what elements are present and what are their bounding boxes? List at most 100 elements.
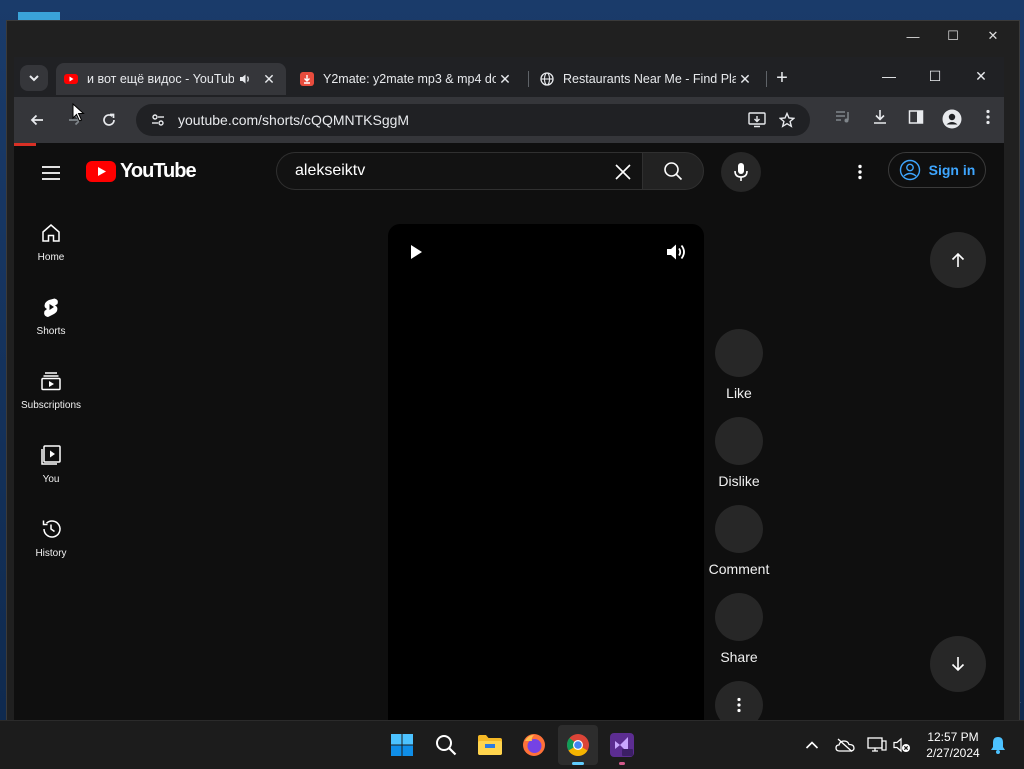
maximize-icon[interactable]: ☐ <box>933 25 973 47</box>
sign-in-label: Sign in <box>928 162 976 178</box>
search-button[interactable] <box>642 152 704 190</box>
firefox-button[interactable] <box>514 725 554 765</box>
guide-sidebar: Home Shorts Subscriptions You History <box>14 216 88 586</box>
tab-restaurants[interactable]: Restaurants Near Me - Find Pla ✕ <box>532 63 762 95</box>
show-hidden-icons-button[interactable] <box>800 733 824 757</box>
app-indicator <box>619 762 625 765</box>
mouse-cursor-icon <box>72 103 85 122</box>
tab-separator <box>528 71 529 87</box>
chevron-down-icon <box>29 75 39 82</box>
active-app-indicator <box>572 762 584 765</box>
guide-item-home[interactable]: Home <box>14 216 88 290</box>
download-icon[interactable] <box>862 109 898 129</box>
media-controls-icon[interactable] <box>826 109 862 129</box>
notifications-bell-icon[interactable] <box>986 733 1010 757</box>
like-button[interactable] <box>715 329 763 377</box>
volume-muted-icon[interactable] <box>890 733 914 757</box>
dislike-button[interactable] <box>715 417 763 465</box>
minimize-icon[interactable]: — <box>893 25 933 47</box>
more-action[interactable] <box>708 681 770 720</box>
comment-button[interactable] <box>715 505 763 553</box>
start-button[interactable] <box>382 725 422 765</box>
share-action[interactable]: Share <box>708 593 770 681</box>
address-bar[interactable]: youtube.com/shorts/cQQMNTKSggM <box>136 104 810 136</box>
folder-icon <box>478 735 502 755</box>
guide-label: History <box>35 548 67 559</box>
history-icon <box>42 520 61 538</box>
visual-studio-preview-button[interactable] <box>602 725 642 765</box>
tab-close-icon[interactable]: ✕ <box>260 71 278 88</box>
guide-item-subscriptions[interactable]: Subscriptions <box>14 364 88 438</box>
file-explorer-button[interactable] <box>470 725 510 765</box>
play-icon <box>411 245 422 259</box>
like-action[interactable]: Like <box>708 329 770 417</box>
guide-item-shorts[interactable]: Shorts <box>14 290 88 364</box>
tab-youtube[interactable]: и вот ещё видос - YouTube ✕ <box>56 63 286 95</box>
menu-icon[interactable] <box>40 162 62 184</box>
you-icon <box>41 445 61 465</box>
more-actions-button[interactable] <box>715 681 763 720</box>
tab-title: Restaurants Near Me - Find Pla <box>563 72 736 86</box>
chrome-icon <box>567 734 589 756</box>
visual-studio-icon <box>610 733 634 757</box>
back-button[interactable] <box>26 109 48 131</box>
search-icon <box>436 735 457 756</box>
site-info-button[interactable] <box>144 112 172 128</box>
side-panel-icon[interactable] <box>898 109 934 129</box>
new-tab-button[interactable]: + <box>770 67 794 91</box>
chrome-taskbar-button[interactable] <box>558 725 598 765</box>
close-icon[interactable]: ✕ <box>958 61 1004 91</box>
onedrive-icon[interactable] <box>833 733 857 757</box>
voice-search-button[interactable] <box>721 152 761 192</box>
minimize-icon[interactable]: — <box>866 61 912 91</box>
tab-search-button[interactable] <box>20 65 48 91</box>
bookmark-star-icon[interactable] <box>772 112 802 128</box>
network-icon[interactable] <box>865 733 889 757</box>
tab-title: и вот ещё видос - YouTube <box>87 72 234 86</box>
system-clock[interactable]: 12:57 PM 2/27/2024 <box>918 729 988 761</box>
reload-button[interactable] <box>98 109 120 131</box>
tune-icon <box>152 114 164 126</box>
install-app-icon[interactable] <box>742 112 772 128</box>
youtube-logo-text: YouTube <box>120 160 197 182</box>
settings-more-icon[interactable] <box>848 160 872 184</box>
firefox-icon <box>523 734 545 756</box>
clear-search-icon[interactable] <box>612 161 634 183</box>
volume-button[interactable] <box>664 240 690 264</box>
dislike-label: Dislike <box>718 473 760 489</box>
shorts-player[interactable] <box>388 224 704 720</box>
search-input[interactable] <box>293 161 597 181</box>
taskbar: 12:57 PM 2/27/2024 <box>0 720 1024 769</box>
guide-item-history[interactable]: History <box>14 512 88 586</box>
tab-close-icon[interactable]: ✕ <box>496 71 514 88</box>
close-icon[interactable]: ✕ <box>973 25 1013 47</box>
profile-avatar-icon[interactable] <box>934 109 970 129</box>
previous-video-button[interactable] <box>930 232 986 288</box>
more-vert-icon[interactable] <box>970 109 1006 129</box>
tab-strip: и вот ещё видос - YouTube ✕ Y2mate: y2ma… <box>14 57 1004 97</box>
sign-in-button[interactable]: Sign in <box>888 152 986 188</box>
search-box <box>276 152 642 190</box>
tab-close-icon[interactable]: ✕ <box>736 71 754 88</box>
youtube-logo[interactable]: YouTube <box>86 160 197 183</box>
maximize-icon[interactable]: ☐ <box>912 61 958 91</box>
forward-button[interactable] <box>64 103 86 131</box>
dislike-action[interactable]: Dislike <box>708 417 770 505</box>
share-button[interactable] <box>715 593 763 641</box>
browser-toolbar: youtube.com/shorts/cQQMNTKSggM <box>14 97 1004 143</box>
play-button[interactable] <box>404 240 428 264</box>
url-text[interactable]: youtube.com/shorts/cQQMNTKSggM <box>178 112 742 128</box>
taskbar-search-button[interactable] <box>426 725 466 765</box>
more-vert-icon <box>737 697 741 713</box>
comment-action[interactable]: Comment <box>708 505 770 593</box>
background-window-controls: — ☐ ✕ <box>893 25 1013 47</box>
guide-item-you[interactable]: You <box>14 438 88 512</box>
account-circle-icon <box>899 159 920 181</box>
tab-y2mate[interactable]: Y2mate: y2mate mp3 & mp4 do ✕ <box>292 63 522 95</box>
clock-time: 12:57 PM <box>927 730 979 744</box>
home-icon <box>42 224 60 242</box>
guide-label: Subscriptions <box>20 400 82 411</box>
next-video-button[interactable] <box>930 636 986 692</box>
arrow-up-icon <box>951 252 965 267</box>
speaker-icon[interactable] <box>238 72 252 86</box>
